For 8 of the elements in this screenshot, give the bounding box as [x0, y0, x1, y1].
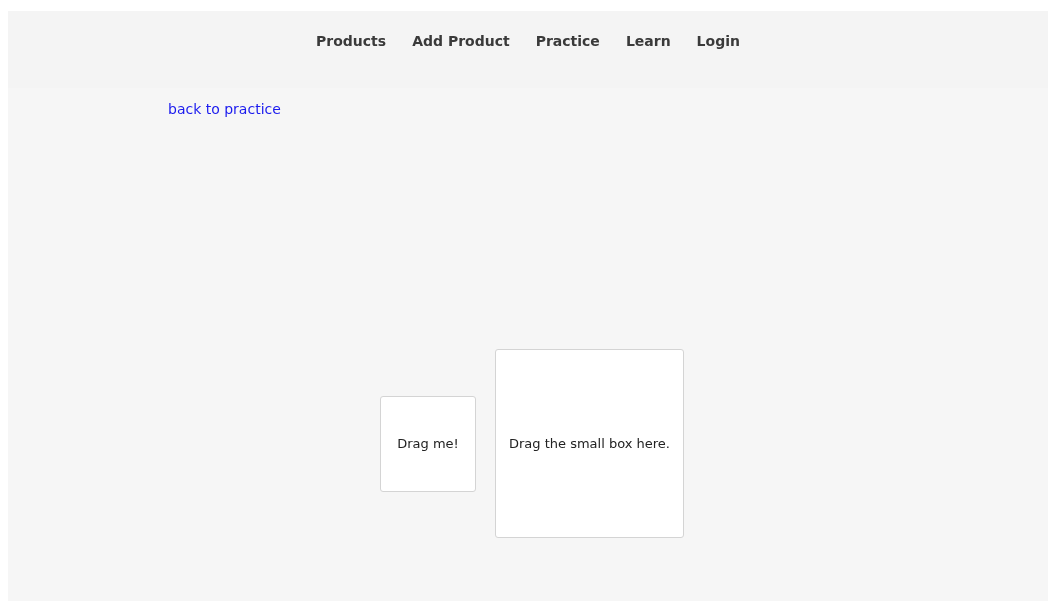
draggable-box[interactable]: Drag me!	[380, 395, 476, 492]
drop-zone[interactable]: Drag the small box here.	[495, 349, 684, 538]
nav-link[interactable]: Add Product	[412, 32, 510, 49]
nav-link[interactable]: Products	[316, 32, 387, 49]
nav-link[interactable]: Learn	[625, 32, 671, 49]
nav-link[interactable]: Practice	[535, 32, 600, 49]
nav-link[interactable]: Login	[696, 32, 740, 49]
back-link[interactable]: back to practice	[168, 101, 281, 117]
